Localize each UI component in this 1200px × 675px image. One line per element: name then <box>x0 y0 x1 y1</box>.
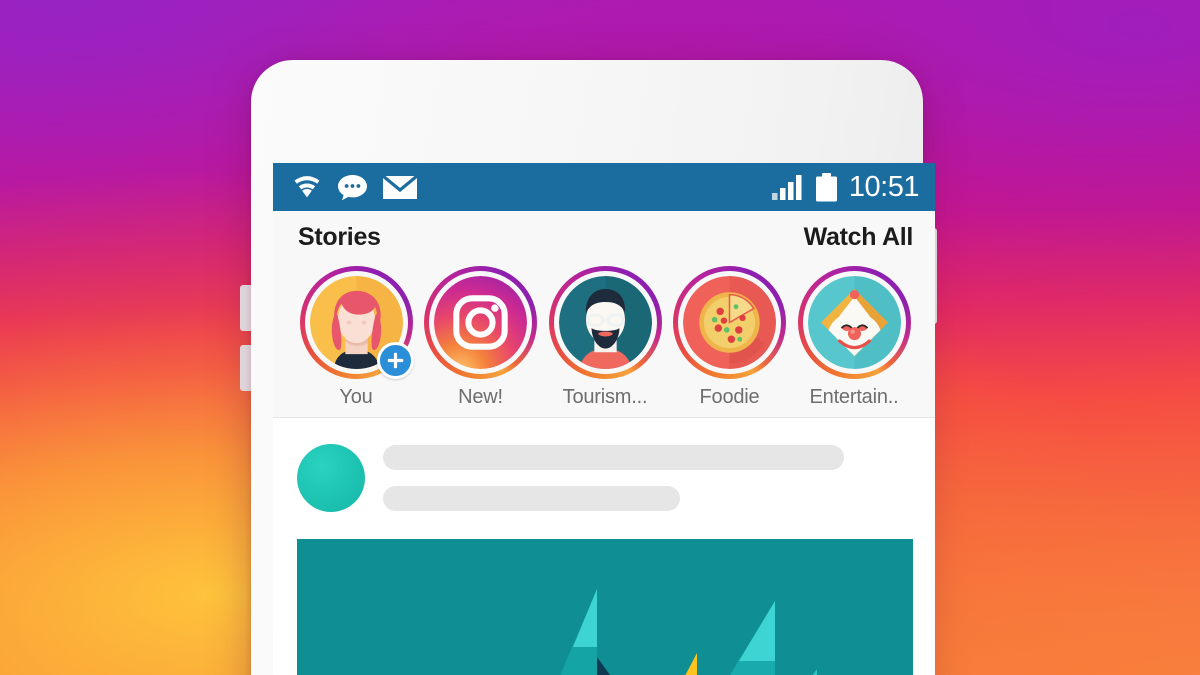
status-bar-left-icons <box>291 174 418 201</box>
instagram-logo-icon <box>434 276 527 369</box>
story-label: Entertain.. <box>809 386 899 408</box>
pizza-avatar-icon <box>683 276 776 369</box>
phone-screen: 10:51 Stories Watch All You New! Tourism… <box>273 163 935 675</box>
story-ring <box>424 266 537 379</box>
placeholder-line <box>383 486 680 511</box>
status-bar-clock: 10:51 <box>848 170 920 203</box>
add-story-plus-icon[interactable] <box>376 342 414 379</box>
story-ring <box>673 266 786 379</box>
story-item-new[interactable]: New! <box>422 266 540 409</box>
story-label: New! <box>458 386 503 408</box>
story-ring-gap <box>802 271 906 374</box>
battery-icon <box>815 172 837 201</box>
story-ring-gap <box>304 271 414 379</box>
signal-bars-icon <box>771 175 802 200</box>
story-label: Foodie <box>699 386 760 408</box>
story-item-you[interactable]: You <box>297 266 415 409</box>
story-label: You <box>339 386 373 408</box>
hipster-man-avatar-icon <box>558 276 652 369</box>
post-placeholder-lines <box>383 445 913 511</box>
placeholder-line <box>383 445 845 470</box>
stories-title: Stories <box>298 223 381 251</box>
story-ring-gap <box>429 271 532 374</box>
stories-header: Stories Watch All <box>273 223 935 252</box>
watch-all-button[interactable]: Watch All <box>804 223 914 252</box>
feed <box>273 418 935 675</box>
chat-bubble-icon <box>338 174 367 200</box>
post-image[interactable] <box>297 539 913 675</box>
wifi-icon <box>294 176 320 198</box>
envelope-icon <box>382 174 418 199</box>
story-label: Tourism... <box>562 386 648 408</box>
story-item-tourism[interactable]: Tourism... <box>546 266 664 409</box>
clown-avatar-icon <box>807 276 901 369</box>
story-ring-gap <box>678 271 781 374</box>
story-ring <box>797 266 911 379</box>
avatar[interactable] <box>297 444 365 512</box>
story-ring <box>548 266 662 379</box>
story-ring <box>299 266 414 379</box>
status-bar: 10:51 <box>273 163 935 211</box>
story-item-entertainment[interactable]: Entertain.. <box>795 266 913 409</box>
stories-list: You New! Tourism... Foodie Entertain.. <box>273 252 935 409</box>
story-item-foodie[interactable]: Foodie <box>671 266 789 409</box>
story-ring-gap <box>553 271 657 374</box>
phone-mockup: 10:51 Stories Watch All You New! Tourism… <box>234 60 940 675</box>
phone-body: 10:51 Stories Watch All You New! Tourism… <box>251 60 935 675</box>
post-header[interactable] <box>273 444 935 512</box>
stories-panel: Stories Watch All You New! Tourism... Fo… <box>273 211 935 418</box>
status-bar-right-icons: 10:51 <box>771 170 920 203</box>
